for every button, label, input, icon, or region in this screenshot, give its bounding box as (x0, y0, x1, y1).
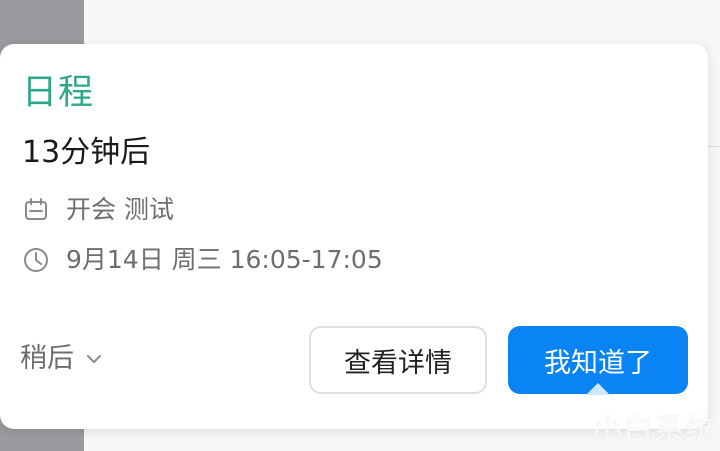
event-title: 开会 测试 (66, 195, 174, 224)
acknowledge-label: 我知道了 (544, 347, 652, 379)
view-details-button[interactable]: 查看详情 (309, 326, 487, 394)
calendar-icon (22, 196, 50, 224)
screen: 日程 13分钟后 开会 测试 9月14日 周三 16:05-17:05 稍后 查… (0, 0, 720, 451)
event-time-row: 9月14日 周三 16:05-17:05 (22, 244, 383, 276)
view-details-label: 查看详情 (344, 347, 452, 379)
event-time: 9月14日 周三 16:05-17:05 (66, 245, 383, 274)
acknowledge-button[interactable]: 我知道了 (508, 326, 688, 395)
clock-icon (22, 246, 50, 274)
app-name: 日程 (22, 73, 95, 113)
watermark: 小白系统 (592, 413, 716, 448)
schedule-notification-card: 日程 13分钟后 开会 测试 9月14日 周三 16:05-17:05 稍后 查… (0, 44, 708, 429)
remind-later-dropdown[interactable]: 稍后 (20, 341, 104, 377)
chevron-down-icon (84, 349, 104, 369)
remind-later-label: 稍后 (20, 343, 74, 374)
button-notch (586, 383, 610, 395)
time-until-label: 13分钟后 (22, 135, 151, 170)
event-title-row: 开会 测试 (22, 194, 174, 226)
